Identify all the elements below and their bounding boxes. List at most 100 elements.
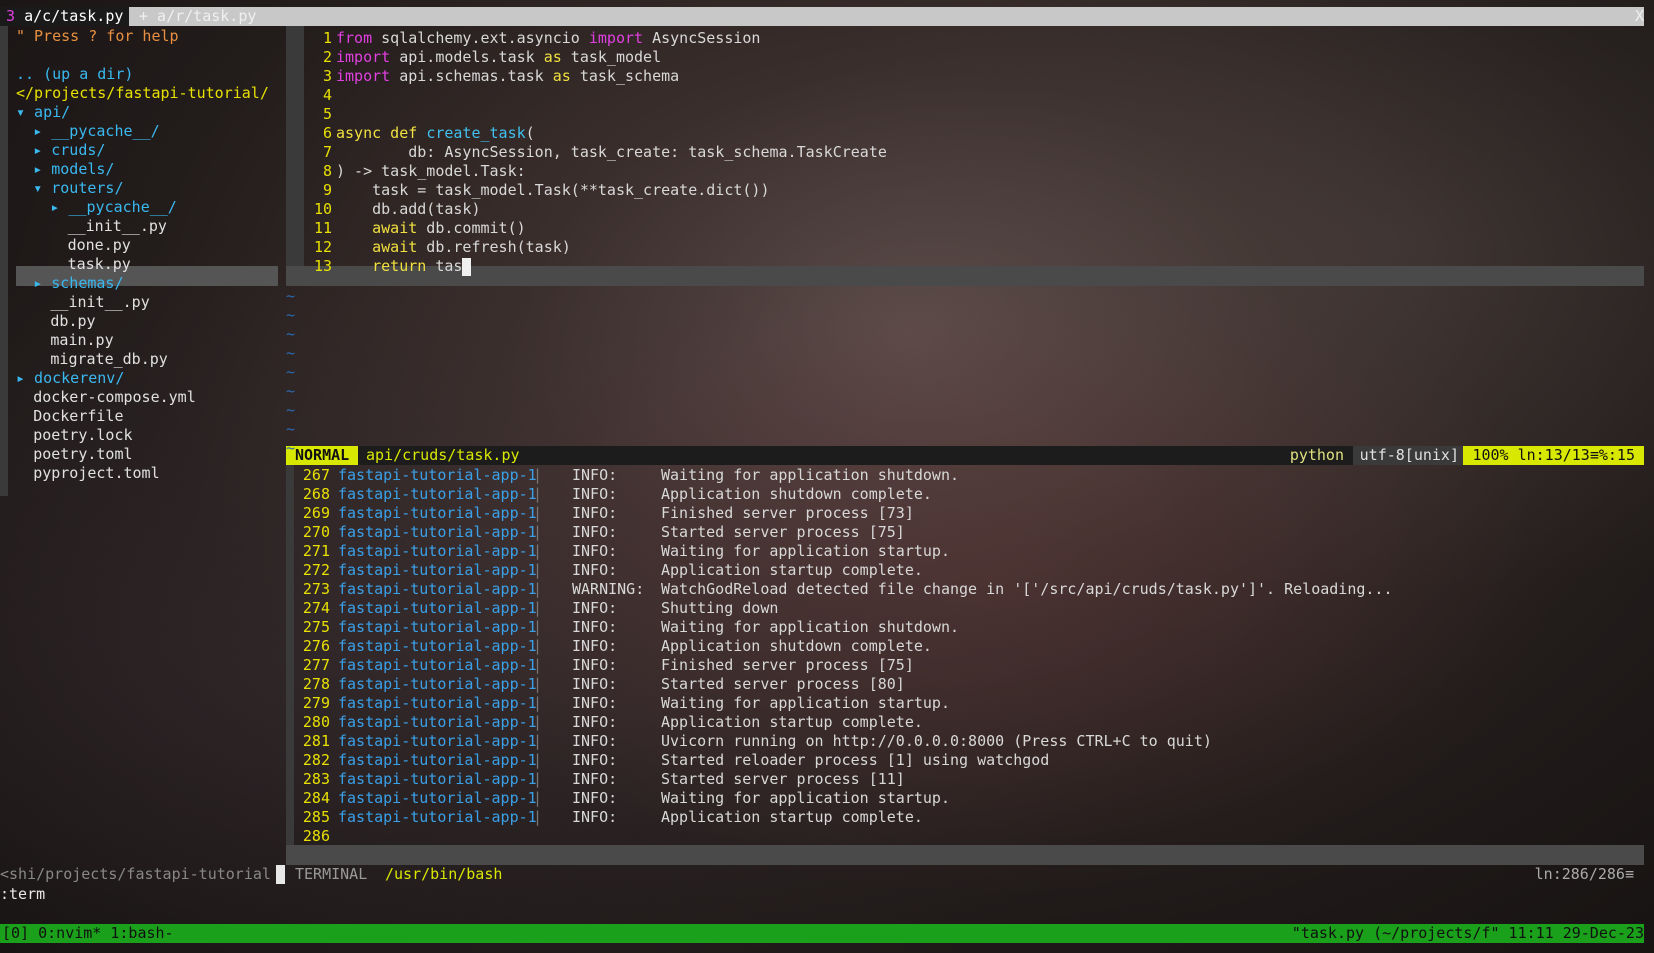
tree-file[interactable]: poetry.toml — [33, 444, 132, 464]
tree-dir[interactable]: ▸ dockerenv/ — [16, 368, 124, 388]
line-number: 7 — [322, 143, 332, 161]
code-token: import — [336, 67, 391, 85]
tree-dir[interactable]: ▸ models/ — [33, 159, 114, 179]
terminal-line-number: 279 — [302, 694, 330, 712]
log-separator: | — [533, 713, 543, 731]
code-token: import — [336, 48, 391, 66]
code-line[interactable]: db: AsyncSession, task_create: task_sche… — [336, 142, 887, 162]
tmux-windows[interactable]: [0] 0:nvim* 1:bash- — [2, 924, 174, 943]
terminal-path: /usr/bin/bash — [385, 865, 503, 883]
log-level: INFO: — [572, 713, 618, 731]
code-token: task_model — [561, 48, 662, 66]
log-message: Waiting for application startup. — [661, 694, 950, 712]
tree-file[interactable]: pyproject.toml — [33, 463, 159, 483]
line-number: 12 — [313, 238, 332, 256]
tree-file[interactable]: done.py — [68, 235, 131, 255]
tree-dir[interactable]: ▸ __pycache__/ — [33, 121, 159, 141]
log-source: fastapi-tutorial-app-1 — [338, 637, 537, 655]
log-separator: | — [533, 694, 543, 712]
code-line[interactable]: from sqlalchemy.ext.asyncio import Async… — [336, 28, 760, 48]
code-line[interactable]: await db.refresh(task) — [336, 237, 571, 257]
cursor-line-highlight — [286, 266, 1644, 286]
code-line[interactable]: import api.schemas.task as task_schema — [336, 66, 679, 86]
tab-inactive[interactable]: + a/r/task.py — [133, 7, 262, 26]
log-message: WatchGodReload detected file change in '… — [661, 580, 1393, 598]
log-level: INFO: — [572, 637, 618, 655]
code-line[interactable]: async def create_task( — [336, 123, 535, 143]
log-level: INFO: — [572, 732, 618, 750]
terminal-line-number: 271 — [302, 542, 330, 560]
command-line[interactable]: :term — [0, 884, 45, 904]
line-number: 2 — [322, 48, 332, 66]
log-level: INFO: — [572, 789, 618, 807]
empty-line-marker: ~ — [286, 401, 296, 419]
log-source: fastapi-tutorial-app-1 — [338, 732, 537, 750]
log-message: Finished server process [73] — [661, 504, 914, 522]
log-message: Shutting down — [661, 599, 779, 617]
tree-status-path: <shi/projects/fastapi-tutorial — [0, 865, 271, 883]
terminal-line-number: 267 — [302, 466, 330, 484]
tree-dir[interactable]: ▸ cruds/ — [33, 140, 105, 160]
log-message: Application startup complete. — [661, 561, 923, 579]
log-separator: | — [533, 485, 543, 503]
log-level: INFO: — [572, 542, 618, 560]
line-number: 8 — [322, 162, 332, 180]
tree-file[interactable]: migrate_db.py — [50, 349, 167, 369]
code-line[interactable]: return tas — [336, 256, 472, 276]
status-filename: api/cruds/task.py — [366, 446, 520, 464]
tree-root-path[interactable]: </projects/fastapi-tutorial/ — [16, 83, 269, 103]
log-source: fastapi-tutorial-app-1 — [338, 656, 537, 674]
code-token: async def — [336, 124, 418, 142]
tree-dir[interactable]: ▸ __pycache__/ — [50, 197, 176, 217]
terminal-position: ln:286/286≡ — [1534, 865, 1634, 883]
code-line[interactable]: db.add(task) — [336, 199, 480, 219]
tab-close-button[interactable]: X — [1635, 7, 1644, 26]
code-token: task = task_model.Task(**task_create.dic… — [336, 181, 770, 199]
code-line[interactable]: task = task_model.Task(**task_create.dic… — [336, 180, 769, 200]
tree-file[interactable]: poetry.lock — [33, 425, 132, 445]
log-separator: | — [533, 561, 543, 579]
code-token: db: AsyncSession, task_create: task_sche… — [336, 143, 887, 161]
code-token: ) -> task_model.Task: — [336, 162, 526, 180]
line-number: 5 — [322, 105, 332, 123]
code-line[interactable]: await db.commit() — [336, 218, 526, 238]
tree-help: " Press ? for help — [16, 27, 179, 45]
tree-file[interactable]: task.py — [68, 254, 131, 274]
log-message: Waiting for application shutdown. — [661, 618, 960, 636]
terminal-line-number: 282 — [302, 751, 330, 769]
log-separator: | — [533, 637, 543, 655]
tree-file[interactable]: docker-compose.yml — [33, 387, 196, 407]
log-separator: | — [533, 751, 543, 769]
line-number: 1 — [322, 29, 332, 47]
tree-dir[interactable]: ▸ schemas/ — [33, 273, 123, 293]
terminal-line-number: 269 — [302, 504, 330, 522]
log-source: fastapi-tutorial-app-1 — [338, 561, 537, 579]
log-source: fastapi-tutorial-app-1 — [338, 694, 537, 712]
terminal-line-number: 285 — [302, 808, 330, 826]
tree-file[interactable]: Dockerfile — [33, 406, 123, 426]
terminal-statusline: <shi/projects/fastapi-tutorial TERMINAL … — [0, 865, 1644, 884]
tree-file[interactable]: db.py — [50, 311, 95, 331]
tree-dir[interactable]: ▾ routers/ — [33, 178, 123, 198]
code-line[interactable]: ) -> task_model.Task: — [336, 161, 526, 181]
code-line[interactable]: import api.models.task as task_model — [336, 47, 661, 67]
tree-file[interactable]: __init__.py — [50, 292, 149, 312]
terminal-line-number: 273 — [302, 580, 330, 598]
tab-active[interactable]: 3 a/c/task.py — [0, 7, 130, 26]
log-level: INFO: — [572, 694, 618, 712]
tab-active-label: a/c/task.py — [24, 7, 124, 25]
tree-file[interactable]: __init__.py — [68, 216, 167, 236]
tree-file[interactable]: main.py — [50, 330, 113, 350]
log-separator: | — [533, 599, 543, 617]
log-separator: | — [533, 618, 543, 636]
log-separator: | — [533, 542, 543, 560]
tree-dir[interactable]: ▾ api/ — [16, 102, 70, 122]
log-message: Application startup complete. — [661, 808, 923, 826]
terminal-line-number: 270 — [302, 523, 330, 541]
line-number: 9 — [322, 181, 332, 199]
line-number: 13 — [313, 257, 332, 275]
tree-up-dir[interactable]: .. (up a dir) — [16, 64, 133, 84]
line-number: 3 — [322, 67, 332, 85]
empty-line-marker: ~ — [286, 344, 296, 362]
